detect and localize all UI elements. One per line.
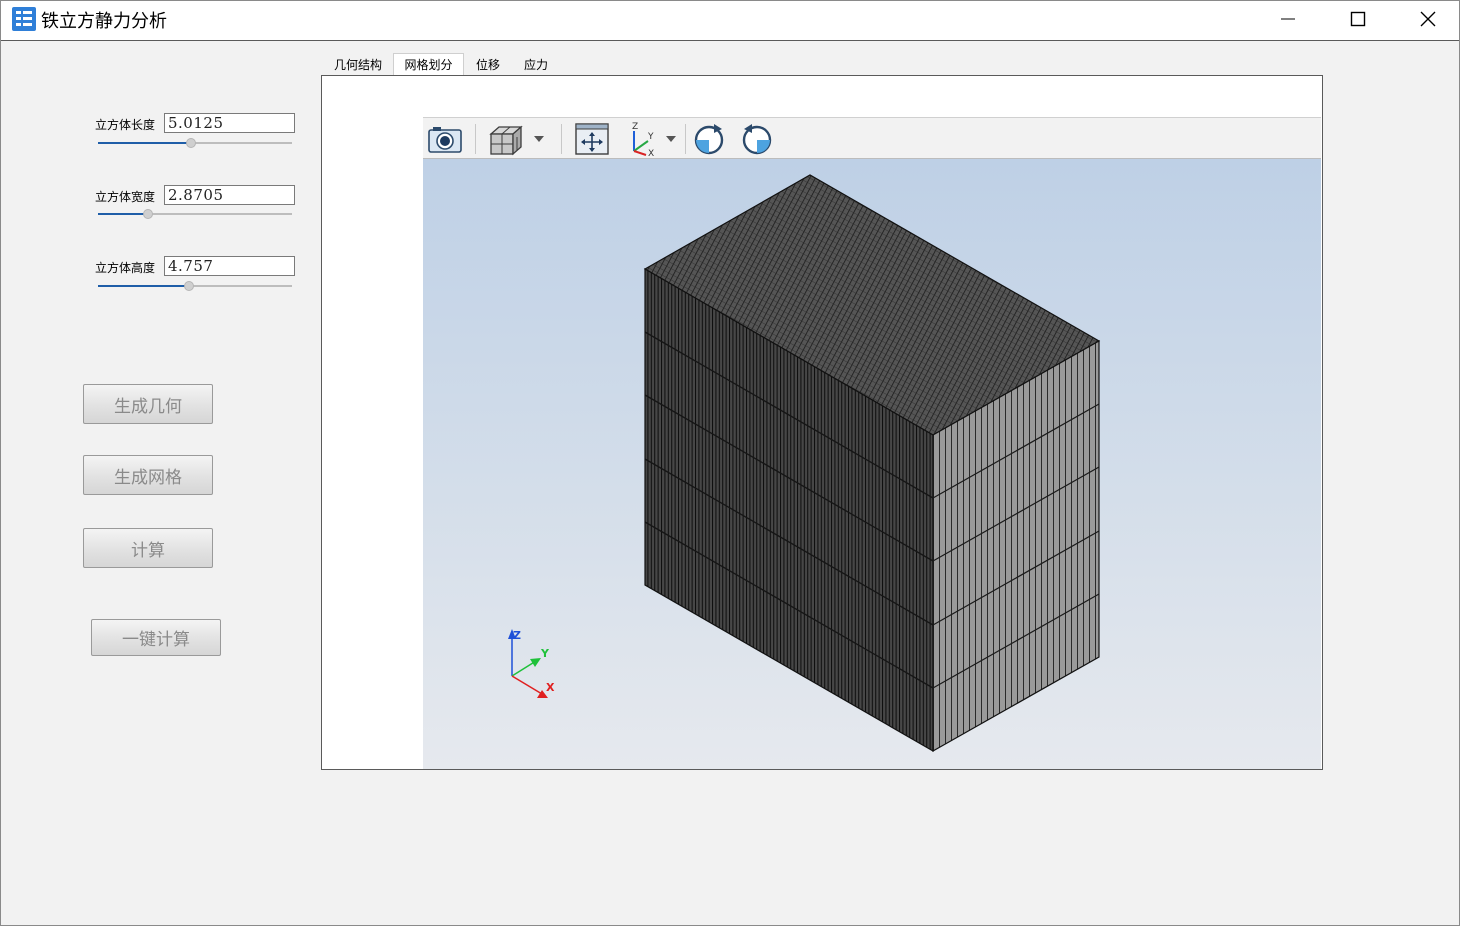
- display-mode-button[interactable]: [485, 121, 525, 157]
- 3d-viewport[interactable]: Z Y X: [423, 159, 1321, 769]
- generate-geometry-button[interactable]: 生成几何: [83, 384, 213, 424]
- tab-stress[interactable]: 应力: [516, 53, 556, 75]
- dropdown-arrow-icon: [534, 136, 544, 142]
- slider-fill: [98, 285, 190, 287]
- length-label: 立方体长度: [95, 118, 156, 132]
- height-slider[interactable]: [98, 280, 292, 292]
- toolbar-separator: [475, 124, 476, 154]
- fit-all-icon: [575, 123, 609, 155]
- svg-text:Y: Y: [647, 132, 654, 142]
- app-logo-icon: [12, 7, 36, 31]
- view-axes-dropdown[interactable]: [663, 121, 679, 157]
- title-bar: 铁立方静力分析: [1, 1, 1459, 41]
- display-mode-dropdown[interactable]: [531, 121, 547, 157]
- tab-displacement[interactable]: 位移: [468, 53, 508, 75]
- maximize-button[interactable]: [1323, 1, 1393, 37]
- slider-thumb[interactable]: [143, 209, 154, 219]
- axis-y-label: Y: [540, 647, 550, 660]
- minimize-button[interactable]: [1253, 1, 1323, 37]
- compute-button[interactable]: 计算: [83, 528, 213, 568]
- slider-thumb[interactable]: [186, 138, 197, 148]
- rotate-counterclockwise-icon: [742, 124, 772, 155]
- view-axes-icon: Z Y X: [632, 122, 654, 157]
- height-label: 立方体高度: [95, 261, 156, 275]
- close-button[interactable]: [1393, 1, 1460, 37]
- slider-fill: [98, 142, 192, 144]
- width-input[interactable]: [164, 185, 295, 205]
- display-mode-icon: [489, 125, 523, 156]
- maximize-icon: [1350, 11, 1366, 27]
- dropdown-arrow-icon: [666, 136, 676, 142]
- slider-fill: [98, 213, 149, 215]
- length-input[interactable]: [164, 113, 295, 133]
- fit-all-button[interactable]: [572, 121, 612, 157]
- main-window: 铁立方静力分析 立方体长度 立方体宽度 立方体高度 生成几何 生成网格 计算 一…: [0, 0, 1460, 926]
- axis-triad: Z Y X: [508, 629, 555, 698]
- svg-text:Z: Z: [632, 122, 638, 132]
- rotate-clockwise-icon: [694, 124, 724, 155]
- tab-mesh[interactable]: 网格划分: [393, 53, 464, 75]
- slider-thumb[interactable]: [184, 281, 195, 291]
- one-click-compute-button[interactable]: 一键计算: [91, 619, 221, 656]
- close-icon: [1420, 11, 1436, 27]
- 3d-scene: Z Y X: [508, 174, 1101, 753]
- mesh-cube: [643, 174, 1101, 753]
- tab-geometry[interactable]: 几何结构: [323, 53, 393, 75]
- width-label: 立方体宽度: [95, 190, 156, 204]
- window-title: 铁立方静力分析: [41, 11, 167, 32]
- viewer-toolbar: Z Y X: [423, 117, 1321, 159]
- view-axes-button[interactable]: Z Y X: [623, 121, 659, 157]
- minimize-icon: [1281, 18, 1295, 20]
- camera-icon: [428, 127, 462, 153]
- axis-z-label: Z: [513, 629, 521, 642]
- height-input[interactable]: [164, 256, 295, 276]
- toolbar-separator: [685, 124, 686, 154]
- toolbar-separator: [561, 124, 562, 154]
- length-slider[interactable]: [98, 137, 292, 149]
- rotate-counterclockwise-button[interactable]: [738, 121, 776, 157]
- generate-mesh-button[interactable]: 生成网格: [83, 455, 213, 495]
- axis-x-label: X: [546, 681, 555, 694]
- svg-text:X: X: [648, 149, 654, 157]
- screenshot-button[interactable]: [425, 121, 465, 157]
- rotate-clockwise-button[interactable]: [690, 121, 728, 157]
- width-slider[interactable]: [98, 208, 292, 220]
